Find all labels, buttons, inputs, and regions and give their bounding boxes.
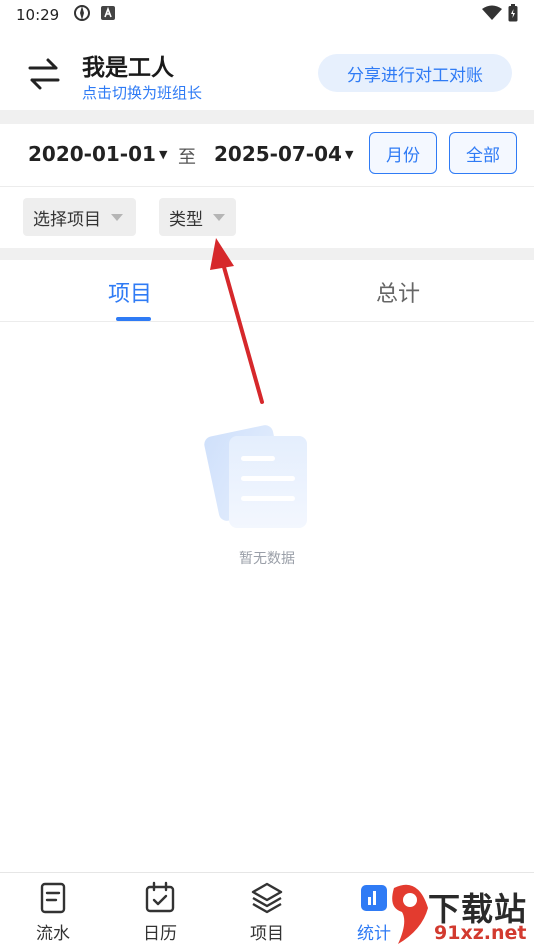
dropdown-triangle-icon — [213, 213, 225, 221]
role-title: 我是工人 — [82, 55, 174, 81]
date-separator: 至 — [178, 147, 196, 168]
start-date-picker[interactable]: 2020-01-01 ▼ — [28, 142, 167, 166]
end-date-picker[interactable]: 2025-07-04 ▼ — [214, 142, 353, 166]
project-filter-dropdown[interactable]: 选择项目 — [23, 198, 136, 236]
empty-state-text: 暂无数据 — [239, 551, 295, 567]
project-filter-label: 选择项目 — [33, 209, 101, 230]
header: 我是工人 点击切换为班组长 分享进行对工对账 — [0, 36, 534, 110]
all-button[interactable]: 全部 — [449, 132, 517, 174]
a-notification-icon — [101, 6, 116, 24]
type-filter-label: 类型 — [169, 209, 203, 230]
caret-down-icon: ▼ — [158, 147, 168, 161]
wifi-icon — [482, 5, 502, 25]
month-button[interactable]: 月份 — [369, 132, 437, 174]
tab-total[interactable]: 总计 — [376, 276, 420, 308]
end-date-value: 2025-07-04 — [214, 142, 342, 166]
chart-icon — [361, 885, 387, 911]
switch-role-icon[interactable] — [24, 54, 64, 94]
row-divider — [0, 186, 534, 187]
tab-project[interactable]: 项目 — [108, 276, 152, 308]
nav-item-flow[interactable]: 流水 — [13, 881, 93, 944]
empty-document-icon — [204, 425, 307, 528]
annotation-arrow-icon — [210, 238, 264, 404]
start-date-value: 2020-01-01 — [28, 142, 156, 166]
date-range-row: 2020-01-01 ▼ 至 2025-07-04 ▼ 月份 全部 — [0, 124, 534, 186]
nav-item-calendar[interactable]: 日历 — [120, 881, 200, 944]
caret-down-icon: ▼ — [344, 147, 354, 161]
switch-role-link[interactable]: 点击切换为班组长 — [82, 82, 202, 103]
section-divider — [0, 110, 534, 124]
watermark-domain: 91xz.net — [434, 922, 527, 944]
battery-icon — [508, 4, 518, 26]
active-tab-indicator — [116, 317, 151, 321]
status-bar: 10:29 — [0, 0, 534, 30]
calendar-icon — [145, 881, 175, 913]
layers-icon — [251, 882, 283, 914]
app-notification-icon — [73, 4, 91, 26]
status-time: 10:29 — [16, 6, 60, 24]
nav-item-project[interactable]: 项目 — [227, 881, 307, 944]
document-icon — [40, 882, 66, 914]
dropdown-triangle-icon — [111, 213, 123, 221]
nav-label: 项目 — [250, 924, 284, 944]
nav-label: 流水 — [36, 924, 70, 944]
share-reconcile-button[interactable]: 分享进行对工对账 — [318, 54, 512, 92]
nav-label: 日历 — [143, 924, 177, 944]
